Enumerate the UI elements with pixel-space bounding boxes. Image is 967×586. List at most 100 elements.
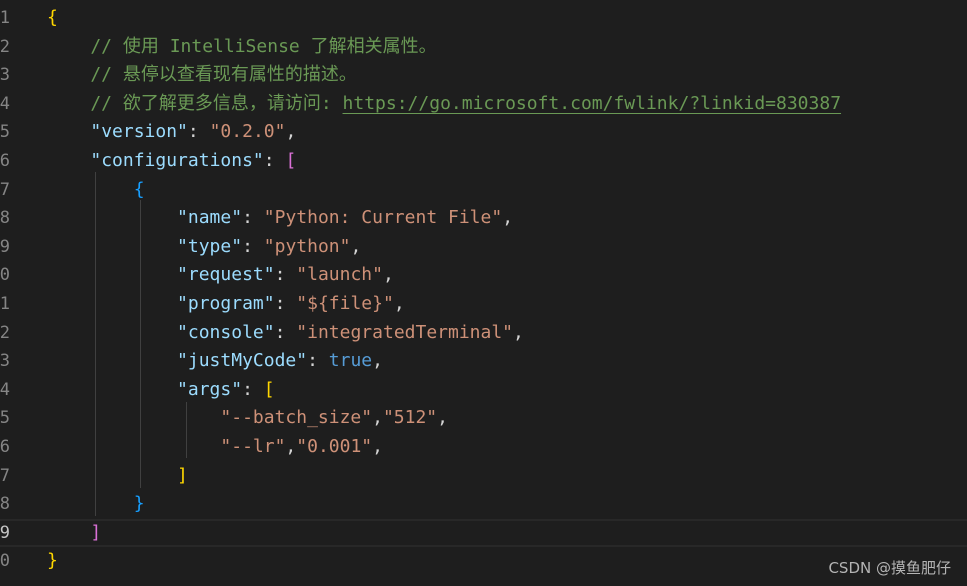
code-text[interactable]: { <box>47 4 58 32</box>
line-number: 4 <box>0 379 10 400</box>
code-token: , <box>285 121 297 143</box>
code-line[interactable]: 4 "args": [ <box>0 376 967 404</box>
code-token: "launch" <box>296 264 383 286</box>
code-token: "0.001" <box>296 436 373 457</box>
line-number: 2 <box>0 36 10 57</box>
code-token: , <box>502 207 514 229</box>
code-token: [ <box>285 150 297 171</box>
code-line[interactable]: 6 "--lr","0.001", <box>0 433 967 461</box>
code-token: ] <box>177 464 188 486</box>
code-line[interactable]: 9 "type": "python", <box>0 233 967 261</box>
code-text[interactable]: ] <box>47 462 188 490</box>
code-line[interactable]: 6 "configurations": [ <box>0 147 967 175</box>
code-token: true <box>328 350 373 372</box>
code-line[interactable]: 0} <box>0 547 967 575</box>
code-line[interactable]: 0 "request": "launch", <box>0 261 967 289</box>
line-number: 5 <box>0 122 10 143</box>
code-link[interactable]: https://go.microsoft.com/fwlink/?linkid=… <box>343 93 842 114</box>
code-line[interactable]: 3 // 悬停以查看现有属性的描述。 <box>0 61 967 89</box>
code-token: { <box>133 178 145 200</box>
code-text[interactable]: "name": "Python: Current File", <box>47 204 513 232</box>
line-number: 0 <box>0 551 10 572</box>
code-token: "${file}" <box>296 293 394 314</box>
code-line[interactable]: 2 "console": "integratedTerminal", <box>0 319 967 347</box>
code-token: "configurations" <box>90 150 264 171</box>
code-token: : <box>274 264 297 286</box>
code-text[interactable]: "--lr","0.001", <box>47 433 383 461</box>
code-token: "0.2.0" <box>209 121 286 143</box>
code-line[interactable]: 7 { <box>0 176 967 204</box>
code-text[interactable]: "version": "0.2.0", <box>47 118 296 146</box>
code-line[interactable]: 7 ] <box>0 462 967 490</box>
line-number: 1 <box>0 294 10 314</box>
code-line[interactable]: 8 } <box>0 490 967 518</box>
code-line[interactable]: 5 "--batch_size","512", <box>0 404 967 432</box>
code-token: , <box>350 235 362 257</box>
code-text[interactable]: "args": [ <box>47 376 275 404</box>
code-token: "args" <box>177 378 243 400</box>
code-token: , <box>393 293 405 314</box>
code-token: , <box>372 350 383 372</box>
code-token: "version" <box>90 121 188 143</box>
code-token: } <box>47 550 58 572</box>
line-number: 6 <box>0 437 10 457</box>
code-line[interactable]: 4 // 欲了解更多信息，请访问: https://go.microsoft.c… <box>0 90 967 118</box>
code-token: "512" <box>382 407 438 429</box>
code-token: "console" <box>177 321 275 343</box>
line-number: 5 <box>0 408 10 429</box>
code-text[interactable]: } <box>47 490 145 518</box>
code-text[interactable]: "type": "python", <box>47 233 361 261</box>
code-text[interactable]: "program": "${file}", <box>47 290 405 318</box>
code-token: "request" <box>177 264 275 286</box>
code-text[interactable]: // 悬停以查看现有属性的描述。 <box>47 61 357 89</box>
code-text[interactable]: "configurations": [ <box>47 147 296 175</box>
code-line[interactable]: 1{ <box>0 4 967 32</box>
code-editor[interactable]: 1{2 // 使用 IntelliSense 了解相关属性。 3 // 悬停以查看… <box>0 0 967 586</box>
code-token: "type" <box>177 235 243 257</box>
code-line[interactable]: 5 "version": "0.2.0", <box>0 118 967 146</box>
code-token: , <box>372 407 383 429</box>
code-line[interactable]: 2 // 使用 IntelliSense 了解相关属性。 <box>0 33 967 61</box>
code-token: "integratedTerminal" <box>296 321 514 343</box>
line-number: 2 <box>0 322 10 343</box>
code-token: "program" <box>177 293 275 314</box>
line-number: 8 <box>0 494 10 515</box>
code-token: : <box>263 150 286 171</box>
line-number: 0 <box>0 265 10 286</box>
code-token: : <box>307 350 329 372</box>
code-token: [ <box>263 378 275 400</box>
code-token: "justMyCode" <box>177 350 308 372</box>
code-token: } <box>133 493 145 515</box>
code-line[interactable]: 1 "program": "${file}", <box>0 290 967 318</box>
line-number: 1 <box>0 8 10 28</box>
code-text[interactable]: } <box>47 547 58 575</box>
code-line[interactable]: 3 "justMyCode": true, <box>0 347 967 375</box>
code-text[interactable]: "console": "integratedTerminal", <box>47 319 524 347</box>
watermark: CSDN @摸鱼肥仔 <box>828 559 951 577</box>
code-text[interactable]: { <box>47 176 145 204</box>
code-token: , <box>437 407 448 429</box>
code-text[interactable]: // 使用 IntelliSense 了解相关属性。 <box>47 33 436 61</box>
code-text[interactable]: "justMyCode": true, <box>47 347 383 375</box>
line-number: 4 <box>0 93 10 114</box>
line-number: 6 <box>0 151 10 171</box>
code-line[interactable]: 8 "name": "Python: Current File", <box>0 204 967 232</box>
code-token: { <box>47 7 58 28</box>
code-text[interactable]: "request": "launch", <box>47 261 394 289</box>
code-line[interactable]: 9 ] <box>0 518 967 547</box>
code-text[interactable]: "--batch_size","512", <box>47 404 448 432</box>
code-token: , <box>285 436 297 457</box>
code-text[interactable]: // 欲了解更多信息，请访问: https://go.microsoft.com… <box>47 90 841 118</box>
code-text[interactable]: ] <box>47 521 101 545</box>
